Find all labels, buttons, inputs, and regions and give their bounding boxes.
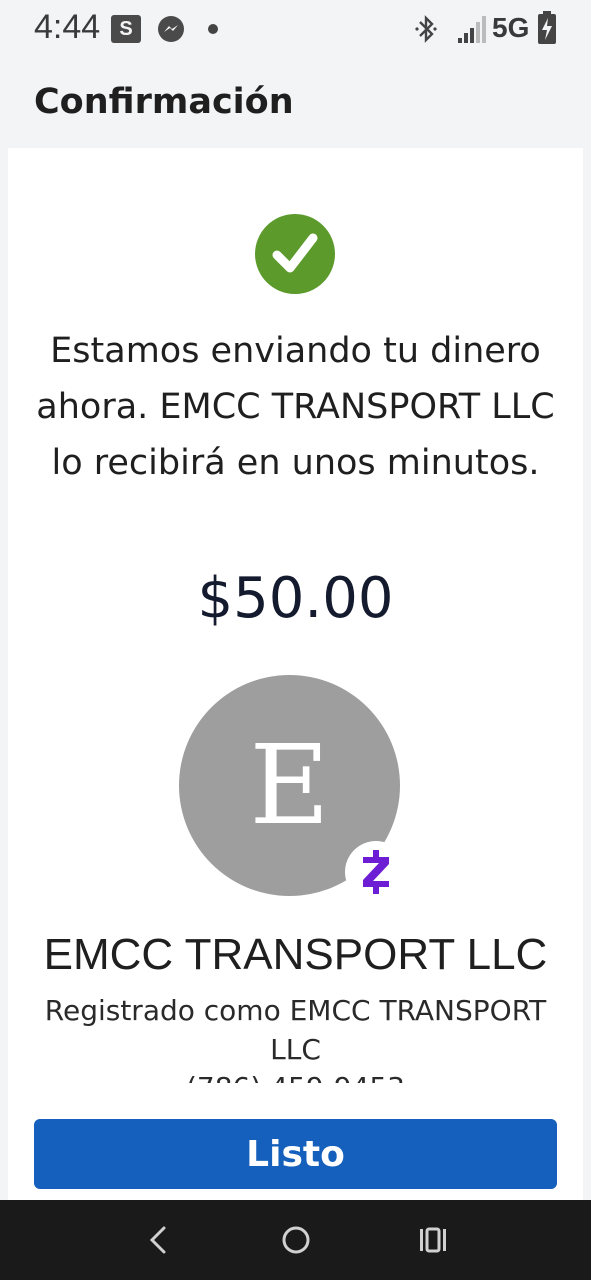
system-nav-bar <box>0 1200 591 1280</box>
registered-as: Registrado como EMCC TRANSPORT LLC <box>44 994 547 1066</box>
app-bar: Confirmación <box>0 60 591 148</box>
confirmation-message: Estamos enviando tu dinero ahora. EMCC T… <box>36 331 555 483</box>
home-icon[interactable] <box>280 1220 312 1264</box>
zelle-logo-icon <box>345 841 407 903</box>
notification-dot-icon <box>208 24 218 34</box>
success-check-icon <box>255 214 335 294</box>
done-button[interactable]: Listo <box>34 1119 557 1189</box>
back-icon[interactable] <box>146 1220 170 1264</box>
signal-icon <box>456 14 490 48</box>
messenger-icon <box>156 14 186 48</box>
recent-apps-icon[interactable] <box>418 1220 448 1264</box>
bluetooth-icon <box>414 14 438 48</box>
battery-charging-icon <box>537 11 557 49</box>
recipient-phone: (786) 459-9453 <box>0 1071 591 1083</box>
amount: $50.00 <box>197 566 394 631</box>
status-bar: 4:44 S 5G <box>0 0 591 60</box>
recipient-name: EMCC TRANSPORT LLC <box>43 930 548 979</box>
page-title: Confirmación <box>34 82 294 122</box>
status-time: 4:44 <box>34 8 101 46</box>
confirmation-content[interactable]: Estamos enviando tu dinero ahora. EMCC T… <box>0 148 591 1083</box>
s-app-icon: S <box>111 15 141 43</box>
network-type: 5G <box>492 12 530 43</box>
